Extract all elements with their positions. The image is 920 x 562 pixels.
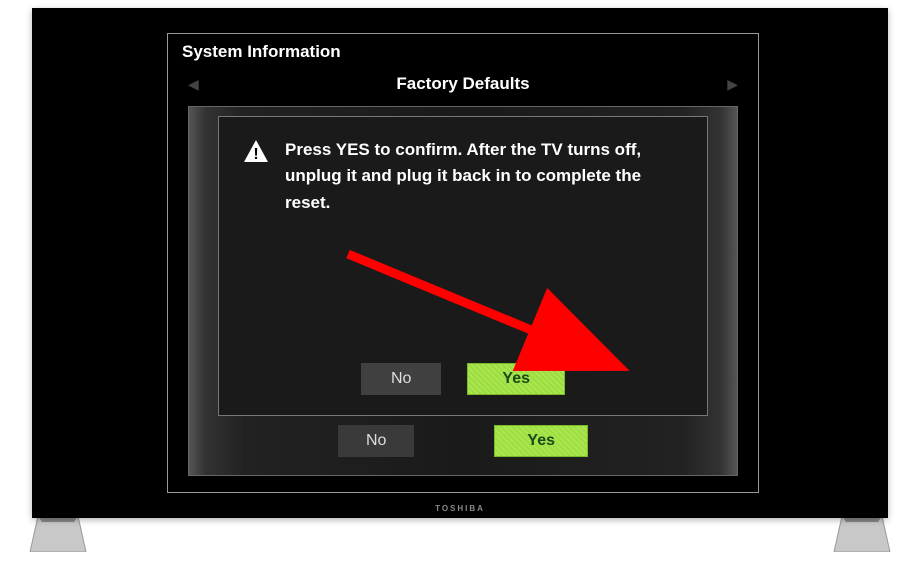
system-menu-window: System Information ◀ Factory Defaults ▶ …	[167, 33, 759, 493]
tv-frame: System Information ◀ Factory Defaults ▶ …	[32, 8, 888, 518]
tv-screen: System Information ◀ Factory Defaults ▶ …	[35, 11, 885, 497]
nav-right-icon[interactable]: ▶	[727, 76, 738, 93]
background-buttons-row: No Yes	[189, 425, 737, 457]
menu-subtitle: Factory Defaults	[396, 74, 529, 94]
yes-button-back[interactable]: Yes	[494, 425, 588, 457]
tv-stand-left	[28, 516, 88, 552]
menu-subtitle-row: ◀ Factory Defaults ▶	[168, 70, 758, 102]
no-button[interactable]: No	[361, 363, 441, 395]
nav-left-icon[interactable]: ◀	[188, 76, 199, 93]
dialog-buttons-row: No Yes	[219, 363, 707, 395]
tv-brand-label: TOSHIBA	[435, 504, 485, 513]
tv-stand-right	[832, 516, 892, 552]
yes-button[interactable]: Yes	[467, 363, 565, 395]
menu-title: System Information	[168, 34, 758, 70]
svg-text:!: !	[253, 146, 258, 163]
no-button-back[interactable]: No	[338, 425, 414, 457]
dialog-message: Press YES to confirm. After the TV turns…	[285, 137, 683, 216]
confirm-dialog: ! Press YES to confirm. After the TV tur…	[218, 116, 708, 416]
warning-icon: !	[243, 139, 269, 168]
